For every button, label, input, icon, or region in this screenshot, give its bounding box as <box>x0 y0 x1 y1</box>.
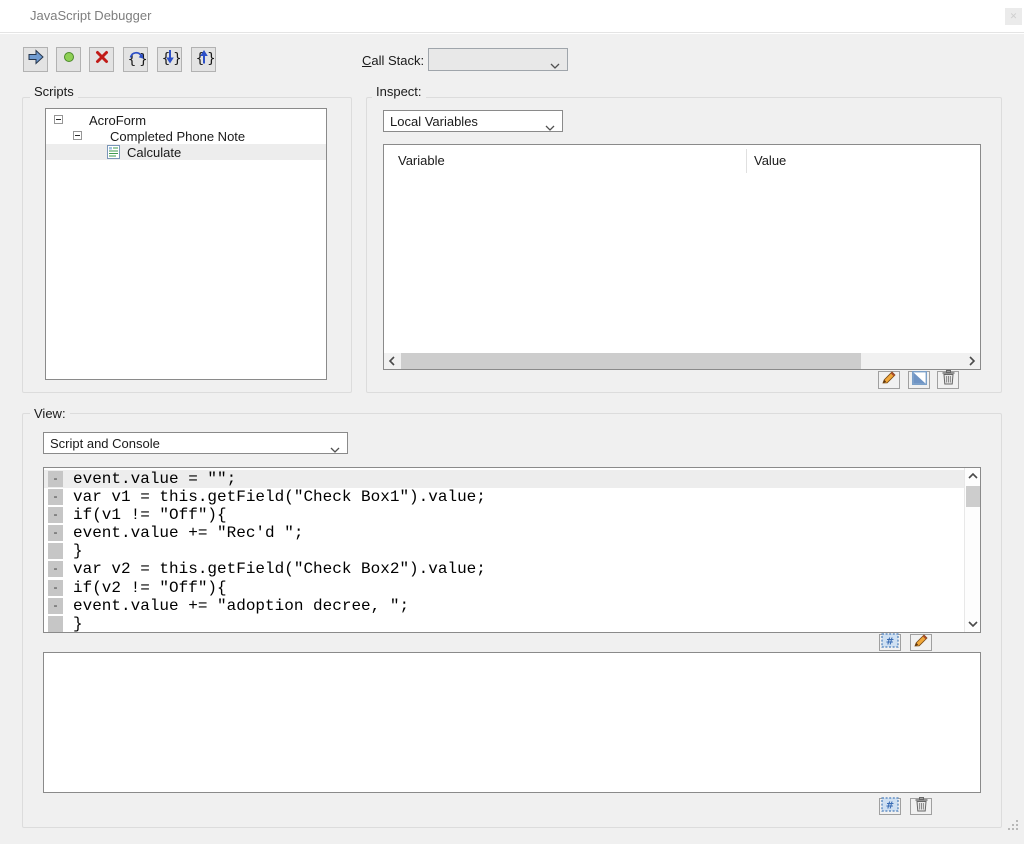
hash-icon: # <box>881 796 899 817</box>
code-line-text: if(v1 != "Off"){ <box>73 506 227 525</box>
pencil-icon <box>913 633 929 653</box>
record-button[interactable] <box>56 47 81 72</box>
breakpoint-gutter[interactable]: - <box>48 489 63 506</box>
breakpoint-gutter[interactable] <box>48 543 63 560</box>
variables-table[interactable]: Variable Value <box>383 144 981 370</box>
chevron-down-icon <box>330 441 340 453</box>
breakpoint-gutter[interactable]: - <box>48 525 63 542</box>
close-button[interactable] <box>1005 8 1022 25</box>
scrollbar-thumb[interactable] <box>401 353 861 369</box>
code-line-text: event.value += "Rec'd "; <box>73 524 304 543</box>
code-line[interactable]: - event.value += "adoption decree, "; <box>44 597 964 615</box>
code-line-text: } <box>73 542 83 561</box>
script-editor[interactable]: - event.value = ""; - var v1 = this.getFiel… <box>43 467 981 633</box>
resize-grip[interactable] <box>1008 828 1010 830</box>
trash-icon <box>942 370 955 390</box>
step-out-button[interactable]: {} <box>191 47 216 72</box>
call-stack-label: Call Stack: <box>362 53 425 68</box>
red-x-icon <box>93 48 111 71</box>
code-lines: - event.value = ""; - var v1 = this.getFiel… <box>44 470 964 632</box>
variable-column-header[interactable]: Variable <box>398 153 445 168</box>
svg-text:#: # <box>886 800 894 811</box>
breakpoint-gutter[interactable]: - <box>48 507 63 524</box>
inspect-group-label: Inspect: <box>372 84 426 99</box>
column-divider[interactable] <box>746 149 747 173</box>
scroll-left-icon[interactable] <box>384 353 400 369</box>
view-mode-value: Script and Console <box>50 436 160 451</box>
code-line[interactable]: } <box>44 542 964 560</box>
value-column-header[interactable]: Value <box>754 153 786 168</box>
horizontal-scrollbar[interactable] <box>384 353 980 369</box>
inspect-scope-dropdown[interactable]: Local Variables <box>383 110 563 132</box>
tree-item-label: Completed Phone Note <box>110 129 246 144</box>
edit-script-button[interactable] <box>910 633 932 653</box>
code-line-text: var v2 = this.getField("Check Box2").val… <box>73 560 486 579</box>
chevron-down-icon <box>545 119 555 131</box>
vertical-scrollbar[interactable] <box>964 468 980 632</box>
code-line[interactable]: } <box>44 615 964 632</box>
trash-icon <box>915 796 928 817</box>
up-arrow-braces-icon: {} <box>194 47 215 72</box>
breakpoint-gutter[interactable]: - <box>48 579 63 596</box>
step-into-button[interactable]: {} <box>157 47 182 72</box>
scroll-down-icon[interactable] <box>965 616 981 632</box>
svg-text:}: } <box>173 51 180 67</box>
code-line[interactable]: - if(v2 != "Off"){ <box>44 579 964 597</box>
collapse-minus-icon[interactable] <box>54 115 63 124</box>
blue-arrow-right-icon <box>26 48 46 71</box>
delete-variable-button[interactable] <box>937 370 959 390</box>
console-output[interactable] <box>43 652 981 793</box>
code-line[interactable]: - event.value += "Rec'd "; <box>44 524 964 542</box>
goto-line-button[interactable]: # <box>879 632 901 653</box>
code-line[interactable]: - event.value = ""; <box>44 470 964 489</box>
script-icon <box>107 145 120 159</box>
titlebar: JavaScript Debugger <box>0 0 1024 33</box>
code-line-text: var v1 = this.getField("Check Box1").val… <box>73 488 486 507</box>
watch-icon <box>911 370 927 390</box>
scripts-tree[interactable]: AcroForm Completed Phone Note Calculate <box>45 108 327 380</box>
call-stack-dropdown[interactable] <box>428 48 568 71</box>
tree-item-completed-phone-note[interactable]: Completed Phone Note <box>46 128 326 144</box>
breakpoint-gutter[interactable]: - <box>48 597 63 614</box>
code-line[interactable]: - if(v1 != "Off"){ <box>44 506 964 524</box>
javascript-debugger-window: JavaScript Debugger {} {} {} Call Stack:… <box>0 0 1024 844</box>
breakpoint-gutter[interactable]: - <box>48 471 63 487</box>
code-line-text: } <box>73 614 83 632</box>
stop-button[interactable] <box>89 47 114 72</box>
scrollbar-thumb[interactable] <box>966 486 980 507</box>
inspect-scope-value: Local Variables <box>390 114 478 129</box>
clear-console-button[interactable] <box>910 796 932 817</box>
resume-button[interactable] <box>23 47 48 72</box>
insert-watch-button[interactable] <box>908 370 930 390</box>
down-arrow-braces-icon: {} <box>160 47 181 72</box>
step-over-button[interactable]: {} <box>123 47 148 72</box>
window-title: JavaScript Debugger <box>30 8 152 23</box>
scroll-right-icon[interactable] <box>964 353 980 369</box>
hash-dotted-icon: # <box>881 632 899 653</box>
tree-item-acroform[interactable]: AcroForm <box>46 112 326 128</box>
tree-item-label: Calculate <box>127 145 182 160</box>
green-dot-icon <box>60 48 78 71</box>
code-line-text: if(v2 != "Off"){ <box>73 578 227 597</box>
code-line-text: event.value += "adoption decree, "; <box>73 596 410 615</box>
view-group-label: View: <box>30 406 70 421</box>
code-line[interactable]: - var v2 = this.getField("Check Box2").va… <box>44 560 964 578</box>
tree-item-calculate[interactable]: Calculate <box>46 144 326 160</box>
svg-text:}: } <box>207 51 214 67</box>
pencil-icon <box>881 370 897 390</box>
view-mode-dropdown[interactable]: Script and Console <box>43 432 348 454</box>
breakpoint-gutter[interactable] <box>48 615 63 632</box>
breakpoint-gutter[interactable]: - <box>48 561 63 578</box>
code-line-text: event.value = ""; <box>73 470 237 488</box>
scripts-group-label: Scripts <box>30 84 78 99</box>
goto-console-line-button[interactable]: # <box>879 796 901 817</box>
collapse-minus-icon[interactable] <box>73 131 82 140</box>
tree-item-label: AcroForm <box>89 113 147 128</box>
code-line[interactable]: - var v1 = this.getField("Check Box1").va… <box>44 488 964 506</box>
scroll-up-icon[interactable] <box>965 468 981 484</box>
chevron-down-icon <box>550 57 560 69</box>
svg-text:#: # <box>886 636 894 647</box>
loop-arrow-braces-icon: {} <box>126 47 147 72</box>
edit-value-button[interactable] <box>878 371 900 389</box>
